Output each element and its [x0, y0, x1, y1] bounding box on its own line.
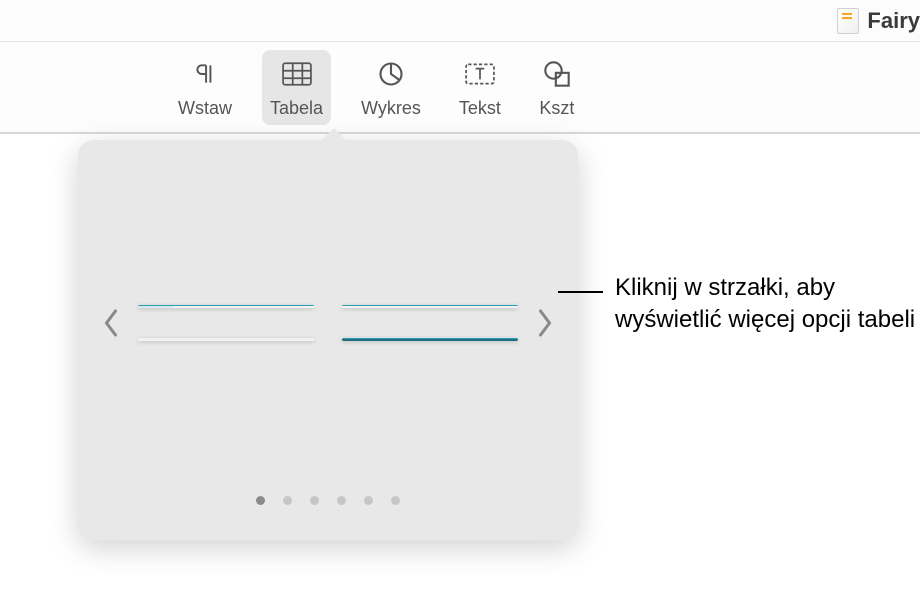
toolbar-chart[interactable]: Wykres — [353, 50, 429, 125]
page-dot[interactable] — [337, 496, 346, 505]
table-style-option-3[interactable] — [138, 338, 314, 341]
toolbar-text[interactable]: Tekst — [451, 50, 509, 125]
text-box-icon — [462, 56, 498, 92]
toolbar-label: Tekst — [459, 98, 501, 119]
table-style-grid — [134, 305, 522, 341]
toolbar-shape[interactable]: Kszt — [531, 50, 583, 125]
titlebar: Fairy — [0, 0, 920, 42]
table-style-option-4[interactable] — [342, 338, 518, 341]
table-style-option-2[interactable] — [342, 305, 518, 308]
document-title-wrap: Fairy — [837, 8, 920, 34]
pie-chart-icon — [373, 56, 409, 92]
callout-text: Kliknij w strzałki, aby wyświetlić więce… — [615, 272, 920, 337]
table-icon — [279, 56, 315, 92]
toolbar: Wstaw Tabela Wykres — [0, 42, 920, 134]
pilcrow-icon — [187, 56, 223, 92]
document-title: Fairy — [867, 8, 920, 34]
page-indicator — [96, 496, 560, 505]
table-style-option-1[interactable] — [138, 305, 314, 308]
popover-body — [96, 168, 560, 478]
page-dot[interactable] — [364, 496, 373, 505]
toolbar-table[interactable]: Tabela — [262, 50, 331, 125]
toolbar-label: Kszt — [539, 98, 574, 119]
callout-line — [558, 291, 603, 293]
shape-icon — [539, 56, 575, 92]
page-dot[interactable] — [283, 496, 292, 505]
page-dot[interactable] — [310, 496, 319, 505]
toolbar-insert[interactable]: Wstaw — [170, 50, 240, 125]
page-dot[interactable] — [256, 496, 265, 505]
document-icon — [837, 8, 859, 34]
page-dot[interactable] — [391, 496, 400, 505]
toolbar-label: Wykres — [361, 98, 421, 119]
previous-page-button[interactable] — [96, 293, 126, 353]
toolbar-label: Tabela — [270, 98, 323, 119]
table-styles-popover — [78, 140, 578, 540]
next-page-button[interactable] — [530, 293, 560, 353]
toolbar-label: Wstaw — [178, 98, 232, 119]
